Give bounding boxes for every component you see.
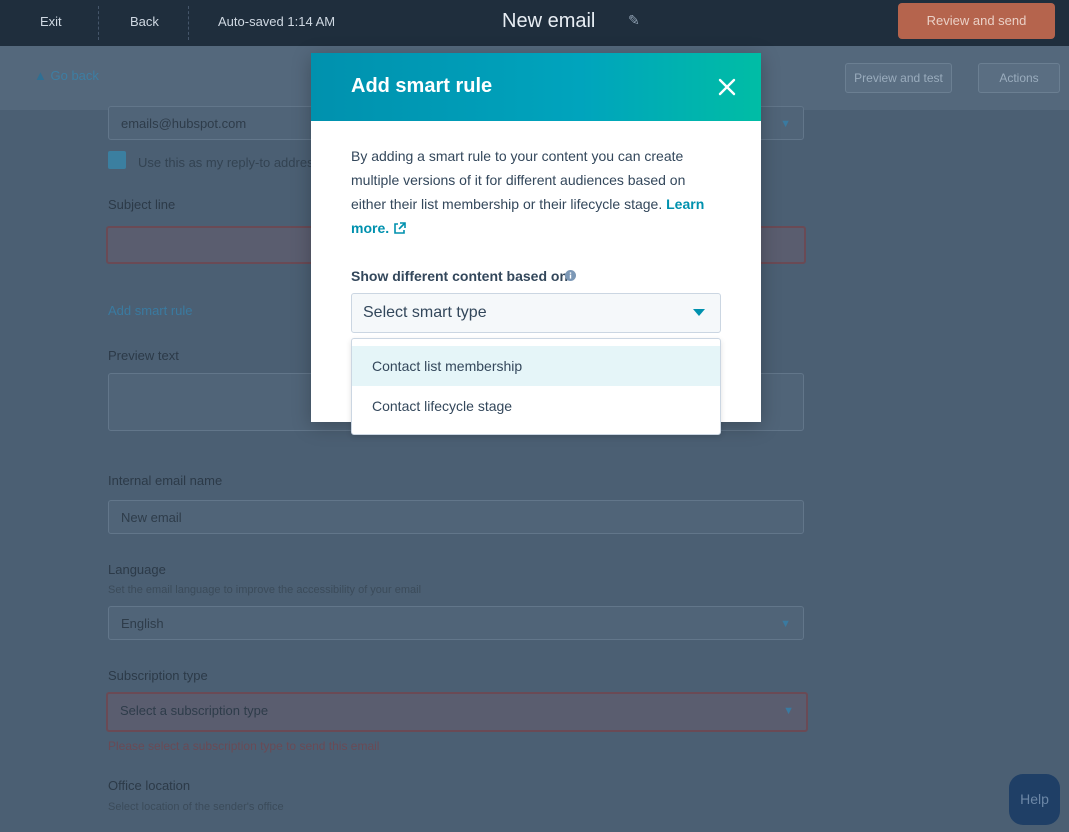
back-link[interactable]: Back — [130, 0, 159, 46]
autosave-status: Auto-saved 1:14 AM — [218, 14, 336, 29]
external-link-icon — [394, 222, 406, 234]
office-location-label: Office location — [108, 778, 191, 793]
review-send-button[interactable]: Review and send — [898, 3, 1055, 39]
language-label: Language — [108, 562, 166, 577]
language-select[interactable]: English ▼ — [108, 606, 804, 640]
page-title[interactable]: New email — [502, 10, 595, 33]
top-nav-bar: Exit Back Auto-saved 1:14 AM New email ✎… — [0, 0, 1069, 46]
actions-button[interactable]: Actions — [978, 63, 1060, 93]
pencil-icon[interactable]: ✎ — [628, 12, 640, 29]
checkbox-label: Use this as my reply-to address — [138, 155, 321, 170]
caret-down-icon — [693, 309, 705, 316]
exit-link[interactable]: Exit — [40, 0, 62, 46]
option-contact-lifecycle-stage[interactable]: Contact lifecycle stage — [352, 386, 720, 426]
subscription-select[interactable]: Select a subscription type ▼ — [106, 692, 808, 732]
chevron-down-icon: ▼ — [783, 705, 794, 717]
subscription-label: Subscription type — [108, 668, 208, 683]
preview-test-button[interactable]: Preview and test — [845, 63, 952, 93]
personalize-link[interactable]: Add smart rule — [108, 303, 193, 318]
modal-title: Add smart rule — [351, 75, 493, 97]
smart-type-dropdown: Contact list membership Contact lifecycl… — [351, 338, 721, 435]
modal-description: By adding a smart rule to your content y… — [351, 148, 705, 236]
language-help-text: Set the email language to improve the ac… — [108, 584, 422, 596]
nav-divider — [98, 6, 99, 40]
option-contact-list-membership[interactable]: Contact list membership — [352, 346, 720, 386]
nav-divider — [188, 6, 189, 40]
subject-label: Subject line — [108, 197, 176, 212]
preview-text-label: Preview text — [108, 348, 179, 363]
info-icon[interactable] — [565, 270, 576, 281]
help-button[interactable]: Help — [1009, 774, 1060, 825]
modal-header: Add smart rule — [311, 53, 761, 121]
back-arrow-icon: ▲ — [34, 68, 47, 83]
smart-type-label: Show different content based on — [351, 268, 569, 284]
smart-type-placeholder: Select smart type — [363, 304, 487, 321]
subscription-error: Please select a subscription type to sen… — [108, 739, 380, 753]
office-help-text: Select location of the sender's office — [108, 801, 284, 813]
chevron-down-icon: ▼ — [780, 118, 791, 130]
close-icon — [718, 78, 736, 96]
internal-name-label: Internal email name — [108, 473, 223, 488]
smart-type-select[interactable]: Select smart type — [351, 293, 721, 333]
chevron-down-icon: ▼ — [780, 618, 791, 630]
close-button[interactable] — [713, 73, 741, 101]
go-back-link[interactable]: ▲ Go back — [34, 68, 99, 83]
internal-name-input[interactable]: New email — [108, 500, 804, 534]
reply-to-checkbox[interactable] — [108, 151, 126, 169]
